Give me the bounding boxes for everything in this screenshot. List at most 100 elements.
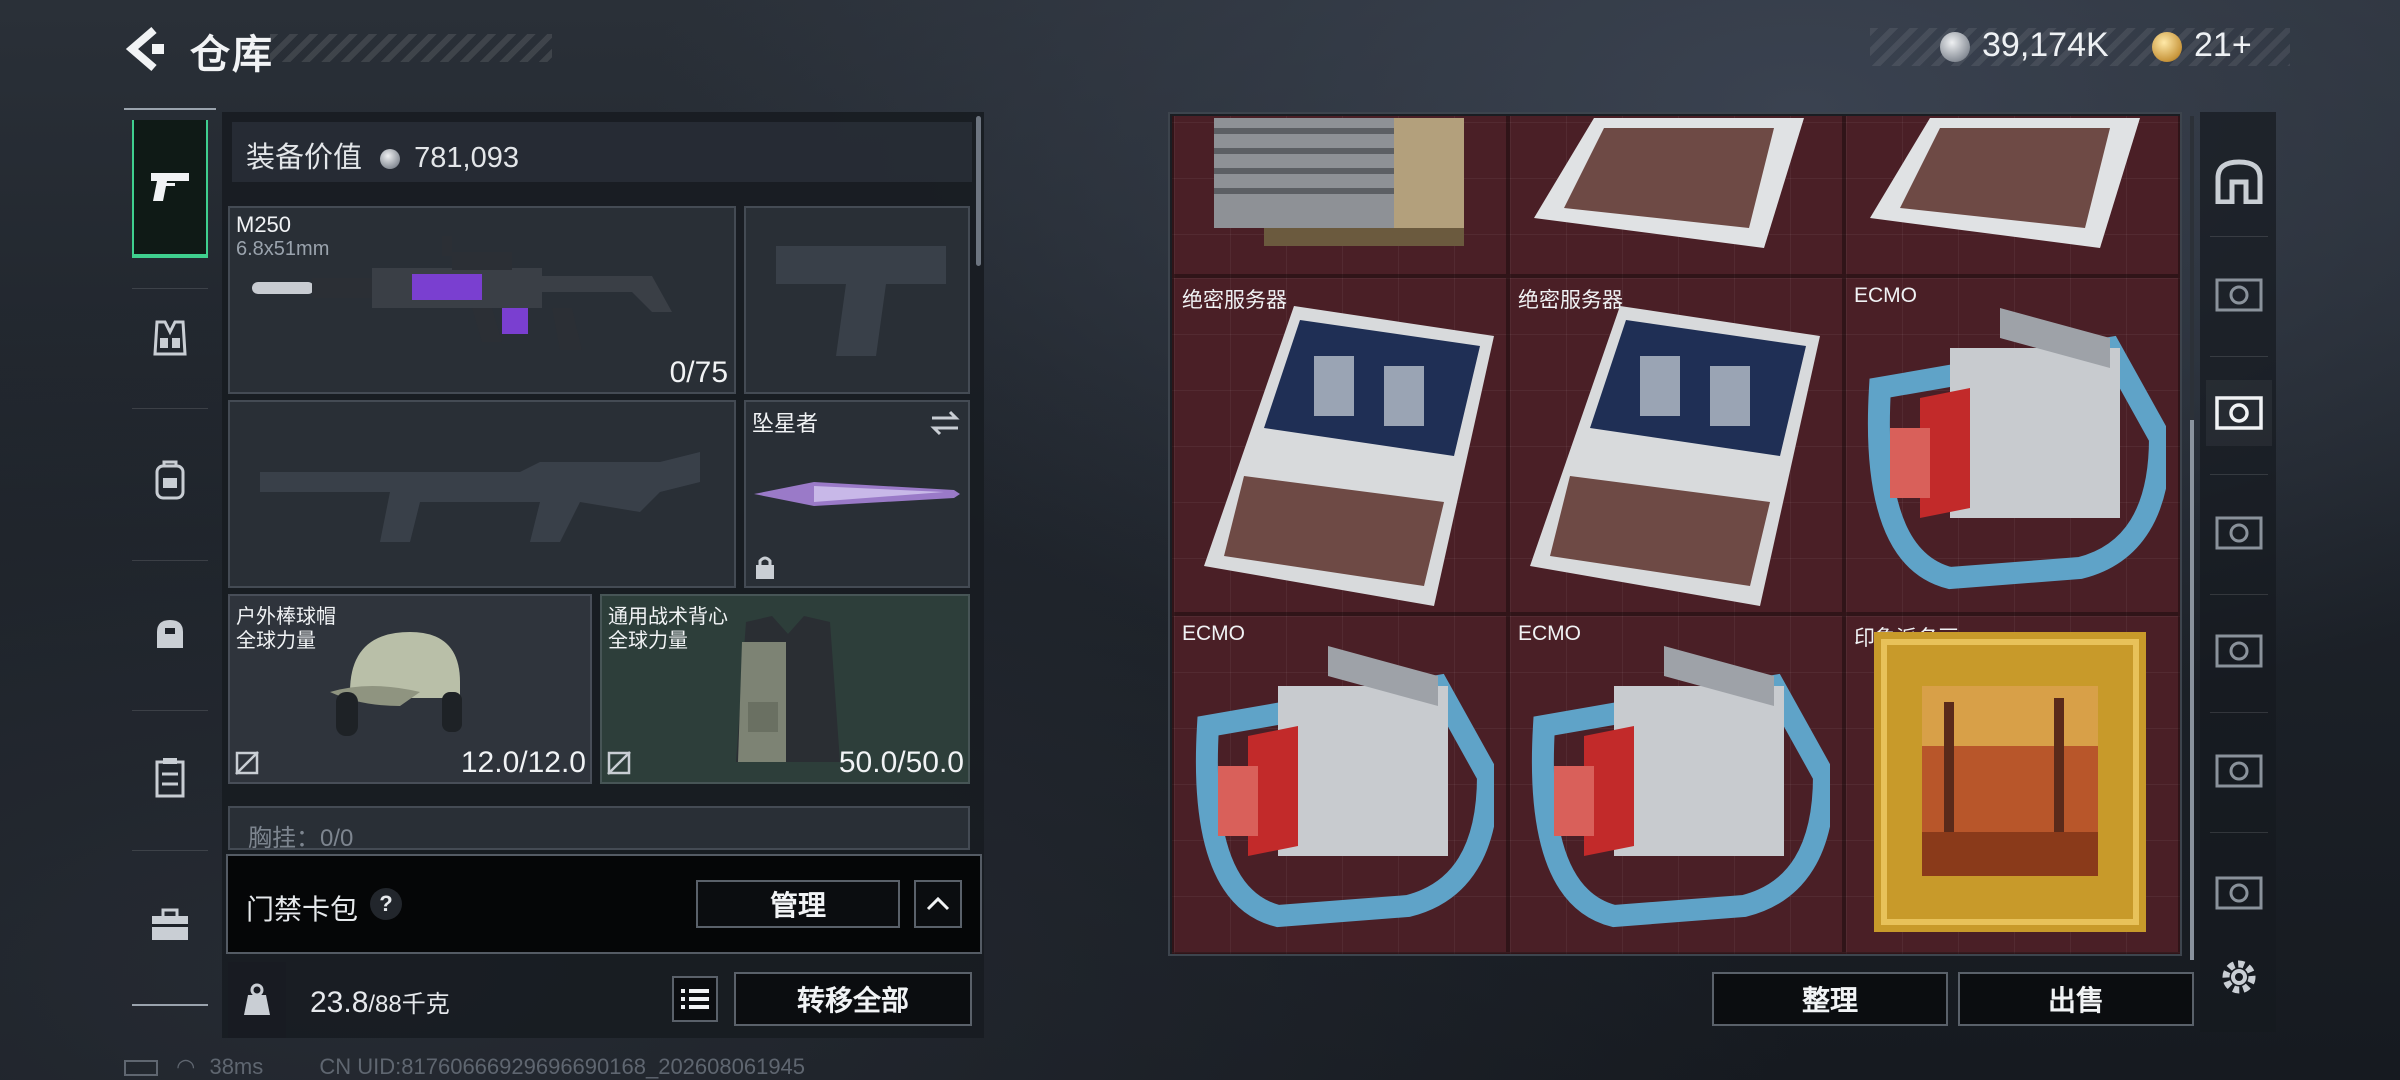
tab-pouch[interactable] bbox=[124, 574, 216, 694]
impressionist-painting-icon bbox=[1874, 632, 2146, 932]
melee-name: 坠星者 bbox=[752, 411, 819, 436]
rail-stash-5-button[interactable] bbox=[2206, 738, 2272, 804]
helmet-bag-icon bbox=[157, 620, 183, 648]
vest-icon bbox=[153, 320, 187, 356]
home-icon bbox=[2215, 159, 2263, 204]
helmet-slot[interactable]: 户外棒球帽 全球力量 12.0/12.0 bbox=[228, 594, 592, 784]
equipment-value-amount: 781,093 bbox=[414, 142, 519, 174]
tab-backpack[interactable] bbox=[124, 420, 216, 540]
rail-top-line bbox=[124, 108, 216, 110]
backpack-icon bbox=[155, 460, 185, 500]
top-secret-server-icon bbox=[1530, 306, 1820, 606]
safe-icon bbox=[2215, 876, 2263, 910]
weight-icon-box bbox=[228, 962, 286, 1038]
server-rack-icon bbox=[1214, 118, 1464, 246]
item-name: ECMO bbox=[1182, 622, 1245, 645]
locker-icon bbox=[155, 758, 185, 798]
armor-brand: 全球力量 bbox=[608, 630, 688, 652]
ping-value: 38ms bbox=[209, 1054, 264, 1079]
status-footer: ◠ 38ms CN UID:81760666929696690168_20260… bbox=[124, 1054, 805, 1080]
title-decoration bbox=[270, 34, 552, 62]
list-icon bbox=[681, 989, 709, 1009]
back-arrow-icon bbox=[125, 26, 164, 72]
armor-durability: 50.0/50.0 bbox=[838, 746, 964, 779]
transfer-all-button[interactable]: 转移全部 bbox=[734, 972, 972, 1026]
tab-chest-rig[interactable] bbox=[124, 278, 216, 398]
weight-readout: 23.8/88千克 bbox=[310, 984, 450, 1020]
stash-item[interactable] bbox=[1844, 116, 2180, 276]
rail-home-button[interactable] bbox=[2206, 148, 2272, 214]
safe-icon bbox=[2215, 278, 2263, 312]
server-icon bbox=[1534, 118, 1804, 248]
tactical-vest-icon bbox=[736, 616, 840, 762]
tertiary-weapon-slot[interactable] bbox=[228, 400, 736, 588]
stash-item[interactable]: 印象派名画 bbox=[1844, 614, 2180, 954]
stash-scrollbar-thumb[interactable] bbox=[2190, 420, 2194, 960]
battery-icon bbox=[124, 1060, 158, 1077]
sell-button[interactable]: 出售 bbox=[1958, 972, 2194, 1026]
settings-button[interactable] bbox=[2206, 944, 2272, 1010]
rail-stash-4-button[interactable] bbox=[2206, 618, 2272, 684]
list-view-button[interactable] bbox=[672, 976, 718, 1022]
chest-rig-label: 胸挂：0/0 bbox=[248, 825, 354, 850]
helmet-brand: 全球力量 bbox=[236, 630, 316, 652]
uid-value: CN UID:81760666929696690168_202608061945 bbox=[319, 1054, 806, 1079]
top-secret-server-icon bbox=[1204, 306, 1494, 606]
safe-icon bbox=[2215, 634, 2263, 668]
ecmo-machine-icon bbox=[1531, 646, 1830, 928]
rail-stash-1-button[interactable] bbox=[2206, 262, 2272, 328]
swap-icon[interactable] bbox=[930, 410, 960, 436]
back-button[interactable] bbox=[124, 26, 166, 72]
gear-icon bbox=[2222, 960, 2256, 994]
silver-coin-icon bbox=[1940, 32, 1970, 62]
wifi-icon: ◠ bbox=[176, 1054, 196, 1079]
stash-item[interactable]: ECMO bbox=[1172, 614, 1508, 954]
baseball-cap-icon bbox=[330, 632, 462, 736]
primary-weapon-slot[interactable]: M250 6.8x51mm 0/75 bbox=[228, 206, 736, 394]
chevron-up-icon bbox=[926, 897, 950, 911]
item-name: ECMO bbox=[1518, 622, 1581, 645]
stash-item[interactable] bbox=[1172, 116, 1508, 276]
rail-stash-2-button-active[interactable] bbox=[2206, 380, 2272, 446]
safe-icon bbox=[2215, 396, 2263, 430]
chest-rig-row[interactable]: 胸挂：0/0 bbox=[228, 806, 970, 850]
no-insurance-icon bbox=[235, 751, 259, 775]
ecmo-machine-icon bbox=[1195, 646, 1494, 928]
melee-slot[interactable]: 坠星者 bbox=[744, 400, 970, 588]
help-button[interactable]: ? bbox=[370, 888, 402, 920]
safe-icon bbox=[2215, 516, 2263, 550]
weapon-ammo: 0/75 bbox=[669, 356, 728, 389]
silver-coin-icon bbox=[380, 149, 401, 170]
helmet-durability: 12.0/12.0 bbox=[460, 746, 586, 779]
rail-stash-6-button[interactable] bbox=[2206, 860, 2272, 926]
no-insurance-icon bbox=[607, 751, 631, 775]
tab-locker[interactable] bbox=[124, 718, 216, 838]
stash-item[interactable] bbox=[1508, 116, 1844, 276]
silver-currency-value: 39,174K bbox=[1982, 26, 2109, 64]
page-title: 仓库 bbox=[190, 33, 274, 77]
weight-max: /88千克 bbox=[368, 991, 450, 1018]
gold-currency-value: 21+ bbox=[2194, 26, 2252, 64]
keycard-pack-label: 门禁卡包 bbox=[246, 894, 359, 925]
toolbox-icon bbox=[152, 908, 188, 940]
collapse-button[interactable] bbox=[914, 880, 962, 928]
stash-item[interactable]: 绝密服务器 bbox=[1508, 276, 1844, 614]
stash-item[interactable]: ECMO bbox=[1844, 276, 2180, 614]
rail-stash-3-button[interactable] bbox=[2206, 500, 2272, 566]
item-name: ECMO bbox=[1854, 284, 1917, 307]
lock-icon bbox=[756, 556, 774, 579]
sort-button[interactable]: 整理 bbox=[1712, 972, 1948, 1026]
secondary-weapon-slot[interactable] bbox=[744, 206, 970, 394]
stash-item[interactable]: 绝密服务器 bbox=[1172, 276, 1508, 614]
m250-rifle-icon bbox=[252, 236, 672, 350]
ecmo-machine-icon bbox=[1867, 308, 2166, 590]
equipment-value: 装备价值 781,093 bbox=[246, 134, 519, 176]
gold-coin-icon bbox=[2152, 32, 2182, 62]
tab-weapons[interactable] bbox=[132, 120, 208, 258]
equipment-scrollbar[interactable] bbox=[976, 116, 981, 266]
rifle-silhouette-icon bbox=[260, 452, 700, 542]
armor-slot[interactable]: 通用战术背心 全球力量 50.0/50.0 bbox=[600, 594, 970, 784]
stash-item[interactable]: ECMO bbox=[1508, 614, 1844, 954]
manage-button[interactable]: 管理 bbox=[696, 880, 900, 928]
tab-toolbox[interactable] bbox=[124, 864, 216, 984]
